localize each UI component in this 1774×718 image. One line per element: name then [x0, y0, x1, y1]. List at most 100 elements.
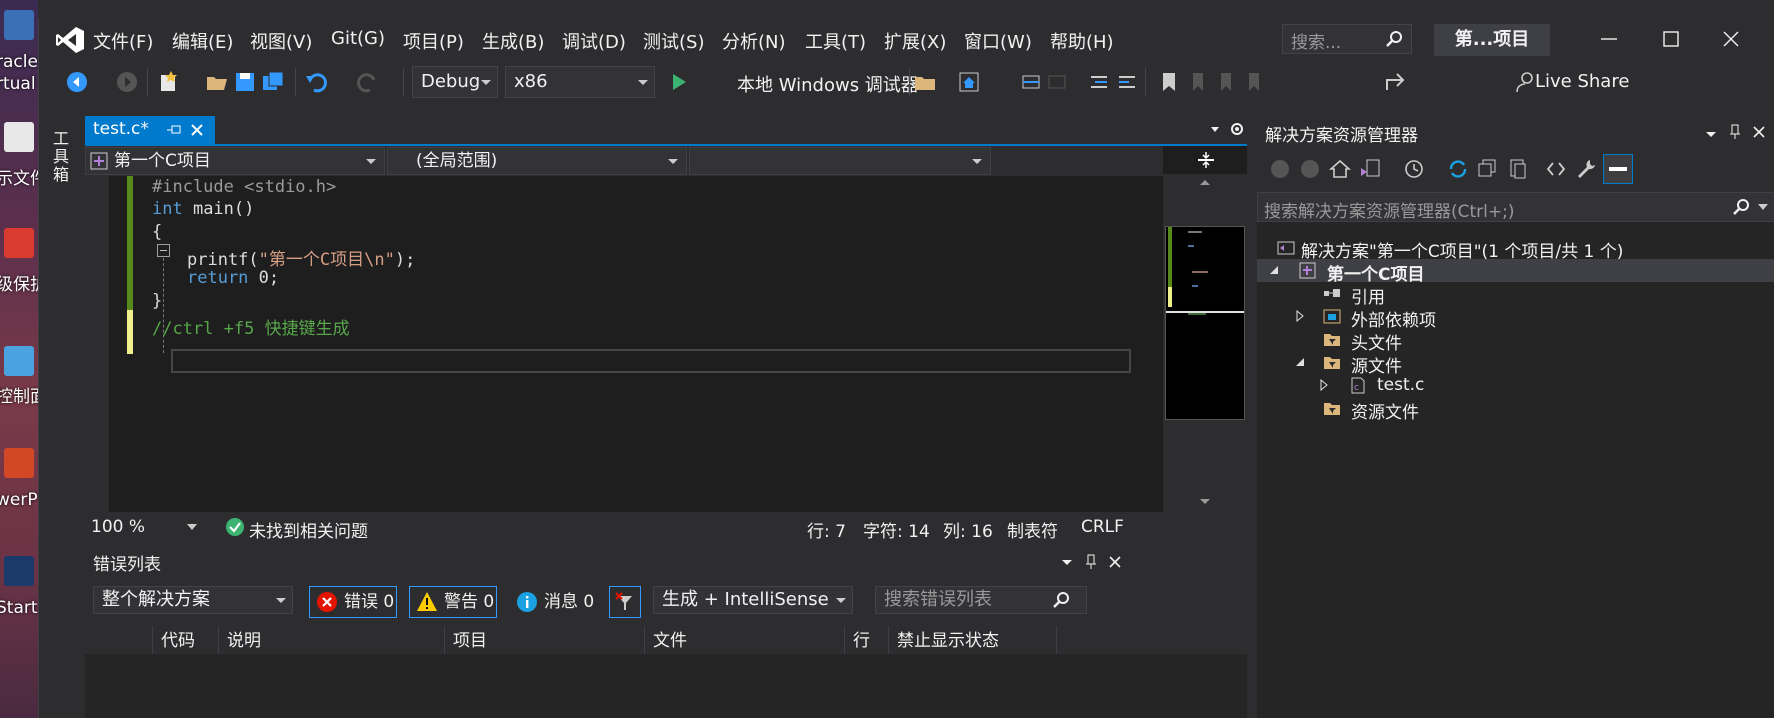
error-source-select[interactable]: 生成 + IntelliSense: [653, 586, 853, 614]
menu-extensions[interactable]: 扩展(X): [884, 28, 946, 54]
menu-project[interactable]: 项目(P): [403, 28, 464, 54]
toolbox-tab[interactable]: 工具箱: [47, 130, 71, 184]
zoom-dropdown-icon[interactable]: [187, 524, 197, 530]
scroll-up-icon[interactable]: [1199, 178, 1211, 186]
show-all-files-icon[interactable]: [1507, 158, 1529, 180]
error-scope-select[interactable]: 整个解决方案: [93, 586, 293, 614]
menu-build[interactable]: 生成(B): [482, 28, 544, 54]
zoom-level[interactable]: 100 %: [91, 517, 145, 537]
open-file-icon[interactable]: [205, 70, 229, 94]
scroll-down-icon[interactable]: [1199, 498, 1211, 506]
col-code[interactable]: 代码: [153, 626, 219, 656]
editor-tab-test-c[interactable]: test.c*: [85, 116, 215, 144]
indent-mode[interactable]: 制表符: [1007, 517, 1058, 542]
panel-menu-icon[interactable]: [1059, 554, 1075, 570]
collapse-all-icon[interactable]: [1477, 158, 1499, 180]
new-project-icon[interactable]: [157, 70, 181, 94]
bookmark-icon[interactable]: [1157, 70, 1181, 94]
feedback-icon[interactable]: [1513, 70, 1537, 94]
tree-file-test-c[interactable]: c test.c: [1257, 374, 1774, 397]
messages-filter-button[interactable]: 消息 0: [509, 586, 597, 618]
home-icon[interactable]: [1329, 158, 1351, 180]
collapsed-arrow-icon[interactable]: [1319, 379, 1329, 391]
menu-view[interactable]: 视图(V): [250, 28, 312, 54]
nav-project-select[interactable]: 第一个C项目: [85, 147, 385, 175]
clear-bookmarks-icon[interactable]: [1241, 70, 1265, 94]
expanded-arrow-icon[interactable]: [1295, 356, 1305, 368]
build-filter-toggle[interactable]: [609, 586, 641, 618]
save-icon[interactable]: [233, 70, 257, 94]
minimize-icon[interactable]: [1587, 24, 1631, 54]
global-search-box[interactable]: 搜索...: [1282, 24, 1412, 54]
collapsed-arrow-icon[interactable]: [1295, 310, 1305, 322]
menu-tools[interactable]: 工具(T): [805, 28, 866, 54]
panel-pin-icon[interactable]: [1083, 554, 1099, 570]
panel-menu-icon[interactable]: [1703, 126, 1719, 142]
navigate-back-icon[interactable]: [65, 70, 89, 94]
step-over-icon[interactable]: [1045, 70, 1069, 94]
tree-source-files[interactable]: 源文件: [1257, 351, 1774, 377]
pin-tab-icon[interactable]: [167, 124, 181, 136]
tree-references[interactable]: 引用: [1257, 282, 1774, 308]
menu-edit[interactable]: 编辑(E): [172, 28, 233, 54]
solution-config-select[interactable]: Debug: [412, 66, 498, 98]
vertical-scrollbar-map[interactable]: [1163, 176, 1247, 512]
navigate-forward-icon[interactable]: [115, 70, 139, 94]
menu-git[interactable]: Git(G): [331, 28, 385, 49]
menu-window[interactable]: 窗口(W): [964, 28, 1032, 54]
errors-filter-button[interactable]: 错误 0: [309, 586, 397, 618]
redo-icon[interactable]: [355, 70, 379, 94]
col-suppression[interactable]: 禁止显示状态: [889, 626, 1057, 656]
nav-member-select[interactable]: [689, 147, 991, 175]
preview-selected-toggle[interactable]: [1603, 154, 1633, 184]
expanded-arrow-icon[interactable]: [1269, 264, 1279, 276]
search-options-icon[interactable]: [1758, 204, 1768, 210]
switch-views-icon[interactable]: [1359, 158, 1381, 180]
tab-overflow-icon[interactable]: [1203, 120, 1247, 140]
tree-header-files[interactable]: 头文件: [1257, 328, 1774, 354]
nav-scope-select[interactable]: (全局范围): [387, 147, 687, 175]
line-ending[interactable]: CRLF: [1081, 517, 1124, 537]
maximize-icon[interactable]: [1649, 24, 1693, 54]
back-icon[interactable]: [1269, 158, 1291, 180]
menu-file[interactable]: 文件(F): [93, 28, 153, 54]
col-line[interactable]: 行: [845, 626, 889, 656]
menu-debug[interactable]: 调试(D): [562, 28, 626, 54]
collapse-outline-icon[interactable]: [157, 244, 170, 257]
comment-lines-icon[interactable]: [1087, 70, 1111, 94]
panel-pin-icon[interactable]: [1727, 124, 1743, 140]
solution-platform-select[interactable]: x86: [505, 66, 655, 98]
undo-icon[interactable]: [305, 70, 329, 94]
tree-solution[interactable]: 解决方案"第一个C项目"(1 个项目/共 1 个): [1257, 236, 1774, 262]
col-description[interactable]: 说明: [219, 626, 445, 656]
browse-folder-icon[interactable]: [913, 70, 937, 94]
step-into-icon[interactable]: [1019, 70, 1043, 94]
prev-bookmark-icon[interactable]: [1185, 70, 1209, 94]
start-debugger-button[interactable]: 本地 Windows 调试器: [737, 71, 919, 97]
tree-project[interactable]: 第一个C项目: [1257, 259, 1774, 285]
col-filter[interactable]: [85, 626, 153, 656]
pending-changes-icon[interactable]: [1403, 158, 1425, 180]
panel-close-icon[interactable]: [1751, 124, 1767, 140]
live-share-button[interactable]: Live Share: [1535, 71, 1629, 92]
start-debugging-icon[interactable]: [667, 70, 691, 94]
code-editor[interactable]: [85, 176, 1163, 512]
uncomment-lines-icon[interactable]: [1115, 70, 1139, 94]
split-editor-button[interactable]: [1163, 146, 1247, 174]
menu-test[interactable]: 测试(S): [643, 28, 704, 54]
col-project[interactable]: 项目: [445, 626, 645, 656]
properties-wrench-icon[interactable]: [1575, 158, 1597, 180]
close-window-icon[interactable]: [1709, 24, 1753, 54]
tree-external-deps[interactable]: 外部依赖项: [1257, 305, 1774, 331]
forward-icon[interactable]: [1299, 158, 1321, 180]
error-search-input[interactable]: 搜索错误列表: [875, 586, 1087, 614]
solution-search-input[interactable]: 搜索解决方案资源管理器(Ctrl+;): [1257, 192, 1774, 222]
home-icon[interactable]: [957, 70, 981, 94]
issues-status[interactable]: 未找到相关问题: [249, 517, 368, 542]
sync-icon[interactable]: [1447, 158, 1469, 180]
tree-resource-files[interactable]: 资源文件: [1257, 397, 1774, 423]
live-share-icon[interactable]: [1383, 70, 1407, 94]
error-list-grid[interactable]: [85, 654, 1247, 718]
view-code-icon[interactable]: [1545, 158, 1567, 180]
panel-close-icon[interactable]: [1107, 554, 1123, 570]
